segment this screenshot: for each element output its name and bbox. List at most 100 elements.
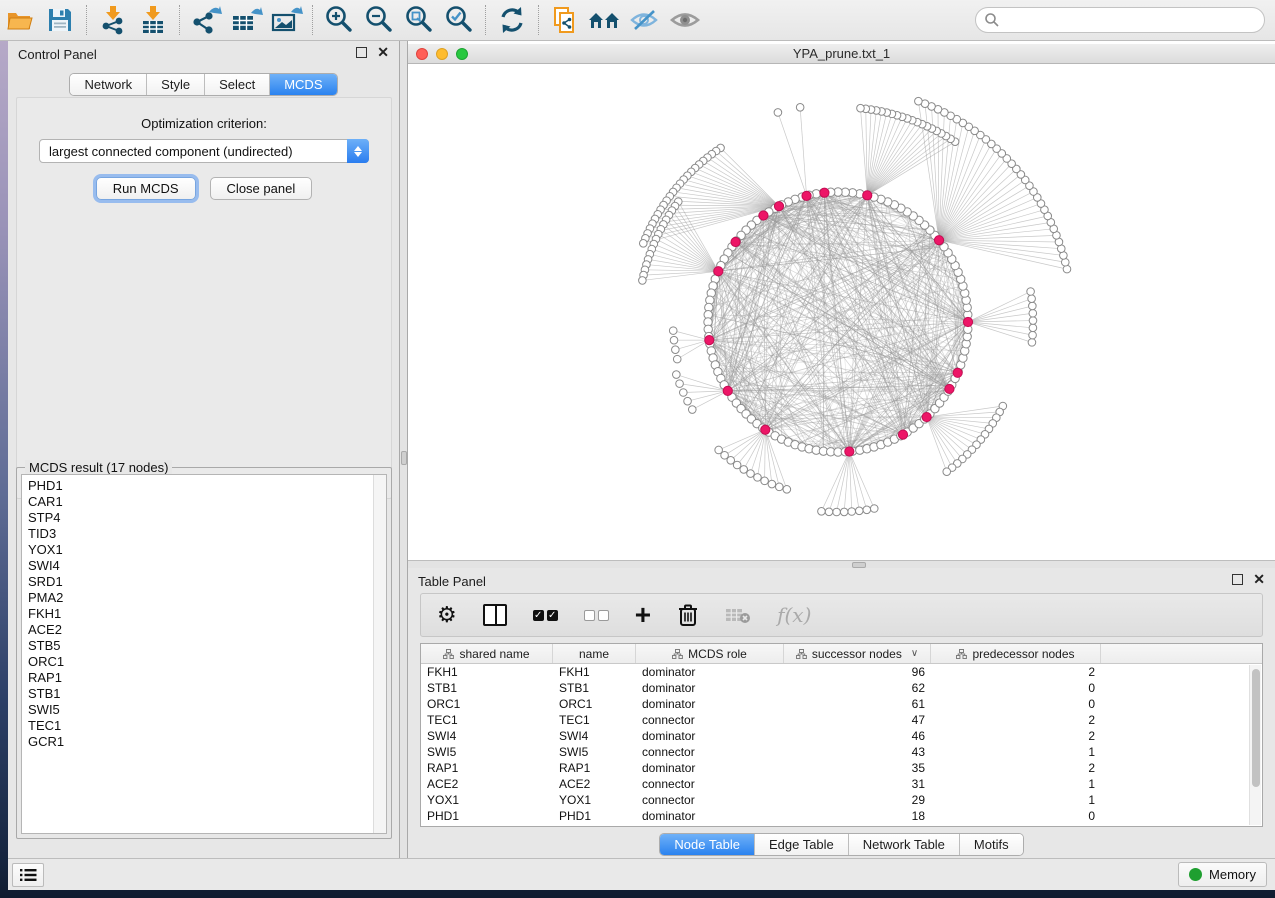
graph-leaf-node[interactable] (857, 104, 865, 112)
vertical-split-divider[interactable] (400, 41, 408, 858)
mcds-result-item[interactable]: RAP1 (28, 670, 386, 686)
graph-mcds-hub-node[interactable] (963, 317, 972, 326)
graph-leaf-node[interactable] (783, 486, 791, 494)
graph-mcds-hub-node[interactable] (922, 412, 931, 421)
deselect-all-button[interactable] (584, 610, 609, 621)
mcds-result-item[interactable]: STB5 (28, 638, 386, 654)
graph-leaf-node[interactable] (796, 104, 804, 112)
show-columns-button[interactable] (483, 604, 507, 626)
graph-mcds-hub-node[interactable] (714, 267, 723, 276)
graph-mcds-hub-node[interactable] (953, 368, 962, 377)
table-scrollbar[interactable] (1249, 665, 1261, 825)
graph-mcds-hub-node[interactable] (731, 237, 740, 246)
graph-mcds-hub-node[interactable] (898, 430, 907, 439)
mcds-result-item[interactable]: YOX1 (28, 542, 386, 558)
graph-leaf-node[interactable] (673, 371, 681, 379)
mcds-result-item[interactable]: STP4 (28, 510, 386, 526)
table-row[interactable]: STB1STB1dominator620 (421, 680, 1262, 696)
table-row[interactable]: SWI5SWI5connector431 (421, 744, 1262, 760)
graph-leaf-node[interactable] (684, 397, 692, 405)
graph-leaf-node[interactable] (833, 508, 841, 516)
graph-leaf-node[interactable] (1028, 339, 1036, 347)
mcds-result-item[interactable]: FKH1 (28, 606, 386, 622)
table-row[interactable]: SWI4SWI4dominator462 (421, 728, 1262, 744)
scrollbar-thumb[interactable] (1252, 669, 1260, 787)
graph-leaf-node[interactable] (774, 109, 782, 117)
memory-button[interactable]: Memory (1178, 862, 1267, 887)
float-panel-icon[interactable] (1232, 574, 1243, 585)
graph-leaf-node[interactable] (1063, 265, 1071, 273)
graph-leaf-node[interactable] (680, 389, 688, 397)
mcds-result-item[interactable]: STB1 (28, 686, 386, 702)
graph-leaf-node[interactable] (1029, 317, 1037, 325)
graph-mcds-hub-node[interactable] (774, 202, 783, 211)
mcds-result-item[interactable]: TEC1 (28, 718, 386, 734)
float-panel-icon[interactable] (356, 47, 367, 58)
panel-menu-button[interactable] (12, 863, 44, 887)
table-row[interactable]: PHD1PHD1dominator180 (421, 808, 1262, 824)
delete-column-button[interactable] (677, 603, 699, 627)
graph-leaf-node[interactable] (639, 277, 647, 285)
tab-network-table[interactable]: Network Table (849, 834, 960, 855)
horizontal-split-divider[interactable] (408, 560, 1275, 568)
mcds-result-item[interactable]: GCR1 (28, 734, 386, 750)
graph-leaf-node[interactable] (669, 327, 677, 335)
graph-leaf-node[interactable] (747, 470, 755, 478)
mcds-result-item[interactable]: SRD1 (28, 574, 386, 590)
graph-leaf-node[interactable] (740, 466, 748, 474)
graph-leaf-node[interactable] (840, 508, 848, 516)
graph-mcds-hub-node[interactable] (845, 447, 854, 456)
graph-leaf-node[interactable] (1027, 288, 1035, 296)
mcds-result-list[interactable]: PHD1CAR1STP4TID3YOX1SWI4SRD1PMA2FKH1ACE2… (21, 474, 387, 834)
graph-leaf-node[interactable] (676, 380, 684, 388)
graph-leaf-node[interactable] (673, 355, 681, 363)
graph-leaf-node[interactable] (943, 468, 951, 476)
mcds-list-scrollbar[interactable] (373, 475, 386, 833)
table-row[interactable]: TEC1TEC1connector472 (421, 712, 1262, 728)
function-builder-button[interactable]: f(x) (777, 603, 811, 627)
mcds-result-item[interactable]: SWI4 (28, 558, 386, 574)
graph-leaf-node[interactable] (818, 507, 826, 515)
table-row[interactable]: YOX1YOX1connector291 (421, 792, 1262, 808)
mcds-result-item[interactable]: ORC1 (28, 654, 386, 670)
graph-mcds-hub-node[interactable] (761, 425, 770, 434)
column-header-predecessor-nodes[interactable]: predecessor nodes (931, 644, 1101, 663)
export-network-button[interactable] (186, 3, 226, 37)
graph-leaf-node[interactable] (639, 240, 647, 248)
node-table[interactable]: shared namenameMCDS rolesuccessor nodes∨… (420, 643, 1263, 827)
tab-style[interactable]: Style (147, 74, 205, 95)
mcds-result-item[interactable]: SWI5 (28, 702, 386, 718)
divider-grip[interactable] (401, 451, 407, 465)
graph-mcds-hub-node[interactable] (802, 191, 811, 200)
search-box[interactable] (975, 7, 1265, 33)
add-column-button[interactable]: + (635, 605, 651, 625)
refresh-view-button[interactable] (492, 3, 532, 37)
select-all-button[interactable]: ✓✓ (533, 610, 558, 621)
graph-leaf-node[interactable] (1028, 295, 1036, 303)
graph-leaf-node[interactable] (761, 477, 769, 485)
open-file-button[interactable] (0, 3, 40, 37)
mcds-result-item[interactable]: PMA2 (28, 590, 386, 606)
graph-mcds-hub-node[interactable] (863, 191, 872, 200)
graph-leaf-node[interactable] (672, 346, 680, 354)
run-mcds-button[interactable]: Run MCDS (96, 177, 196, 200)
graph-leaf-node[interactable] (1029, 309, 1037, 317)
graph-leaf-node[interactable] (915, 97, 923, 105)
show-all-button[interactable] (665, 3, 705, 37)
tab-select[interactable]: Select (205, 74, 270, 95)
search-input[interactable] (1005, 13, 1255, 28)
tab-edge-table[interactable]: Edge Table (755, 834, 849, 855)
table-row[interactable]: FKH1FKH1dominator962 (421, 664, 1262, 680)
mcds-result-item[interactable]: CAR1 (28, 494, 386, 510)
zoom-out-button[interactable] (359, 3, 399, 37)
graph-mcds-hub-node[interactable] (945, 384, 954, 393)
graph-mcds-hub-node[interactable] (934, 236, 943, 245)
tab-mcds[interactable]: MCDS (270, 74, 336, 95)
graph-leaf-node[interactable] (1029, 331, 1037, 339)
zoom-fit-button[interactable] (399, 3, 439, 37)
graph-leaf-node[interactable] (715, 446, 723, 454)
graph-mcds-hub-node[interactable] (705, 335, 714, 344)
column-header-shared-name[interactable]: shared name (421, 644, 553, 663)
network-window-titlebar[interactable]: YPA_prune.txt_1 (408, 44, 1275, 64)
network-graph[interactable] (408, 64, 1275, 560)
